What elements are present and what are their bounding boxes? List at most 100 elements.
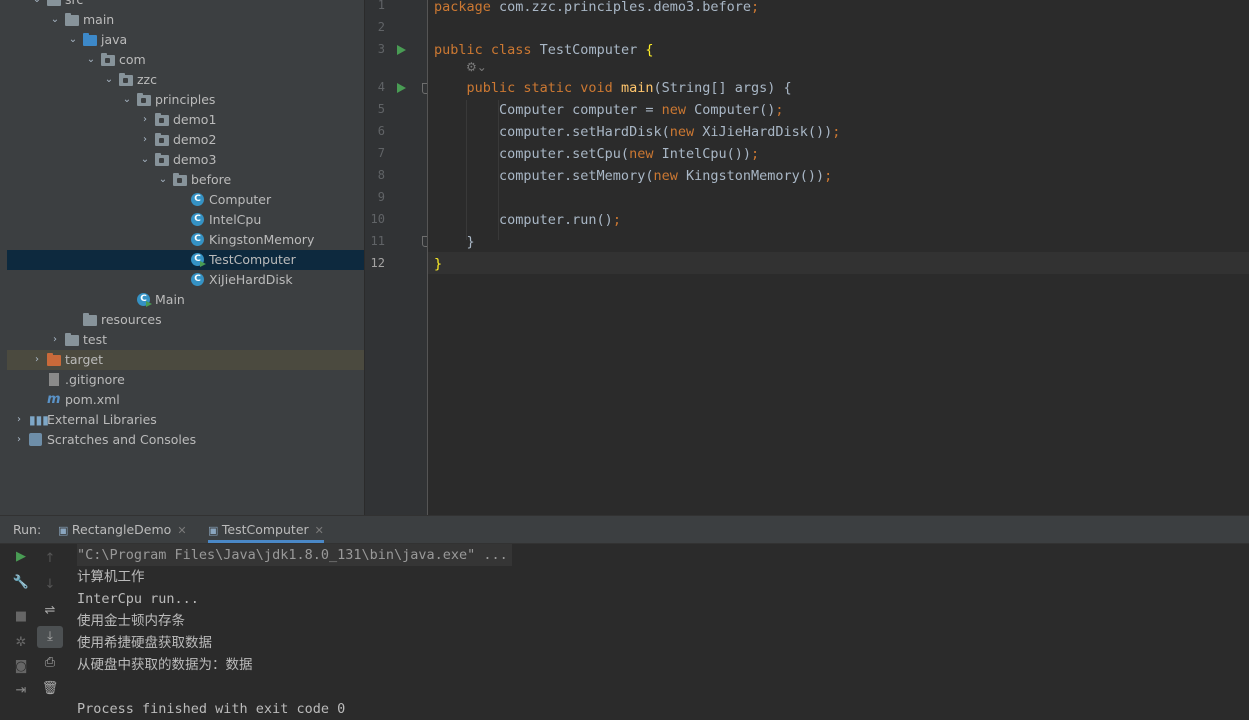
tree-item-label: Computer [209, 192, 272, 207]
chevron-right-icon[interactable]: › [49, 330, 61, 350]
camera-icon[interactable]: ◙ [8, 656, 34, 678]
run-toolbar-left: ▶ 🔧 ■ ✲ ◙ ⇥ [8, 544, 34, 706]
chevron-down-icon[interactable]: ⌄ [157, 170, 169, 190]
scratches-icon [29, 433, 43, 447]
chevron-right-icon[interactable]: › [13, 410, 25, 430]
run-tab[interactable]: ▣ RectangleDemo ✕ [58, 516, 187, 543]
tree-item-label: com [119, 52, 146, 67]
tree-item-label: src [65, 0, 83, 10]
line-number: 8 [377, 168, 385, 182]
chevron-right-icon[interactable]: › [13, 430, 25, 450]
runnable-class-icon: C [191, 253, 206, 267]
tree-item[interactable]: .gitignore [7, 370, 364, 390]
rerun-icon[interactable]: ▶ [8, 546, 34, 568]
tree-item[interactable]: ⌄ principles [7, 90, 364, 110]
run-gutter-icon[interactable] [397, 45, 406, 55]
soft-wrap-icon[interactable]: ⇌ [37, 600, 63, 622]
tree-item[interactable]: ⌄ zzc [7, 70, 364, 90]
chevron-down-icon[interactable]: ⌄ [67, 30, 79, 50]
chevron-right-icon[interactable]: › [139, 110, 151, 130]
tree-item[interactable]: ⌄ demo3 [7, 150, 364, 170]
class-icon: C [191, 193, 205, 207]
tree-item-label: IntelCpu [209, 212, 262, 227]
tree-item[interactable]: C XiJieHardDisk [7, 270, 364, 290]
package-icon [119, 73, 133, 87]
package-icon [101, 53, 115, 67]
tree-item[interactable]: C Main [7, 290, 364, 310]
wrench-icon[interactable]: 🔧 [8, 572, 34, 594]
console-line: InterCpu run... [77, 591, 199, 607]
chevron-down-icon[interactable]: ⌄ [121, 90, 133, 110]
run-tab[interactable]: ▣ TestComputer ✕ [208, 516, 324, 543]
code-line: computer.setCpu(new IntelCpu()); [434, 146, 760, 162]
editor-gutter: 1 2 3 4 5 6 7 8 9 10 11 12 [365, 0, 432, 515]
exit-icon[interactable]: ⇥ [8, 680, 34, 702]
tree-item[interactable]: ⌄ before [7, 170, 364, 190]
package-icon [155, 113, 169, 127]
run-config-icon: ▣ [58, 524, 72, 537]
tree-item-label: java [101, 32, 128, 47]
debug-icon[interactable]: ✲ [8, 632, 34, 654]
chevron-down-icon[interactable]: ⌄ [49, 10, 61, 30]
console-line: 从硬盘中获取的数据为：数据 [77, 657, 253, 673]
chevron-down-icon[interactable]: ⌄ [31, 0, 43, 10]
tree-item[interactable]: ⌄ src [7, 0, 364, 10]
code-line: package com.zzc.principles.demo3.before; [434, 0, 760, 15]
tree-item-label: principles [155, 92, 216, 107]
tree-item[interactable]: › Scratches and Consoles [7, 430, 364, 450]
class-icon: C [191, 233, 205, 247]
code-line: public class TestComputer { [434, 42, 654, 58]
tree-item[interactable]: C TestComputer [7, 250, 364, 270]
tree-item[interactable]: C IntelCpu [7, 210, 364, 230]
tree-item-label: test [83, 332, 108, 347]
chevron-down-icon[interactable]: ⌄ [139, 150, 151, 170]
chevron-right-icon[interactable]: › [31, 350, 43, 370]
chevron-down-icon[interactable]: ⌄ [85, 50, 97, 70]
chevron-right-icon[interactable]: › [139, 130, 151, 150]
code-line: computer.run(); [434, 212, 621, 228]
class-icon: C [191, 213, 205, 227]
code-line: computer.setHardDisk(new XiJieHardDisk()… [434, 124, 841, 140]
code-line: public static void main(String[] args) { [434, 80, 792, 96]
tree-item[interactable]: ⌄ com [7, 50, 364, 70]
chevron-down-icon[interactable]: ⌄ [103, 70, 115, 90]
tree-item[interactable]: ⌄ main [7, 10, 364, 30]
tree-item[interactable]: › test [7, 330, 364, 350]
tree-item[interactable]: m pom.xml [7, 390, 364, 410]
tree-item[interactable]: › demo2 [7, 130, 364, 150]
class-icon: C [191, 273, 205, 287]
trash-icon[interactable]: 🗑 [37, 678, 63, 700]
run-gutter-icon[interactable] [397, 83, 406, 93]
up-arrow-icon[interactable]: ↑ [37, 548, 63, 570]
tree-item-label: resources [101, 312, 162, 327]
scroll-to-end-icon[interactable]: ⤓ [37, 626, 63, 648]
print-icon[interactable]: ⎙ [37, 652, 63, 674]
package-icon [137, 93, 151, 107]
run-panel: Run: ▣ RectangleDemo ✕ ▣ TestComputer ✕ ▶ 🔧… [0, 515, 1249, 717]
tree-item-label: TestComputer [209, 252, 296, 267]
inlay-hint-icon[interactable]: ⚙⌄ [466, 60, 487, 74]
tree-item[interactable]: C KingstonMemory [7, 230, 364, 250]
console-line: 计算机工作 [77, 569, 145, 585]
line-number: 10 [370, 212, 385, 226]
tree-item[interactable]: › target [7, 350, 364, 370]
tree-item[interactable]: C Computer [7, 190, 364, 210]
run-panel-title: Run: [13, 522, 42, 537]
stop-icon[interactable]: ■ [8, 606, 34, 628]
tree-item-label: before [191, 172, 232, 187]
tree-item[interactable]: › demo1 [7, 110, 364, 130]
tree-item[interactable]: ⌄ java [7, 30, 364, 50]
close-icon[interactable]: ✕ [177, 524, 186, 537]
tree-item-label: demo1 [173, 112, 217, 127]
folder-icon [65, 333, 79, 347]
folder-icon [65, 13, 79, 27]
run-tab-label: TestComputer [221, 522, 309, 537]
line-number: 2 [377, 20, 385, 34]
tree-item-label: main [83, 12, 115, 27]
close-icon[interactable]: ✕ [315, 524, 324, 537]
down-arrow-icon[interactable]: ↓ [37, 574, 63, 596]
tree-item[interactable]: › ▮▮▮ External Libraries [7, 410, 364, 430]
run-config-icon: ▣ [208, 524, 222, 537]
tree-item-label: demo2 [173, 132, 217, 147]
tree-item[interactable]: resources [7, 310, 364, 330]
